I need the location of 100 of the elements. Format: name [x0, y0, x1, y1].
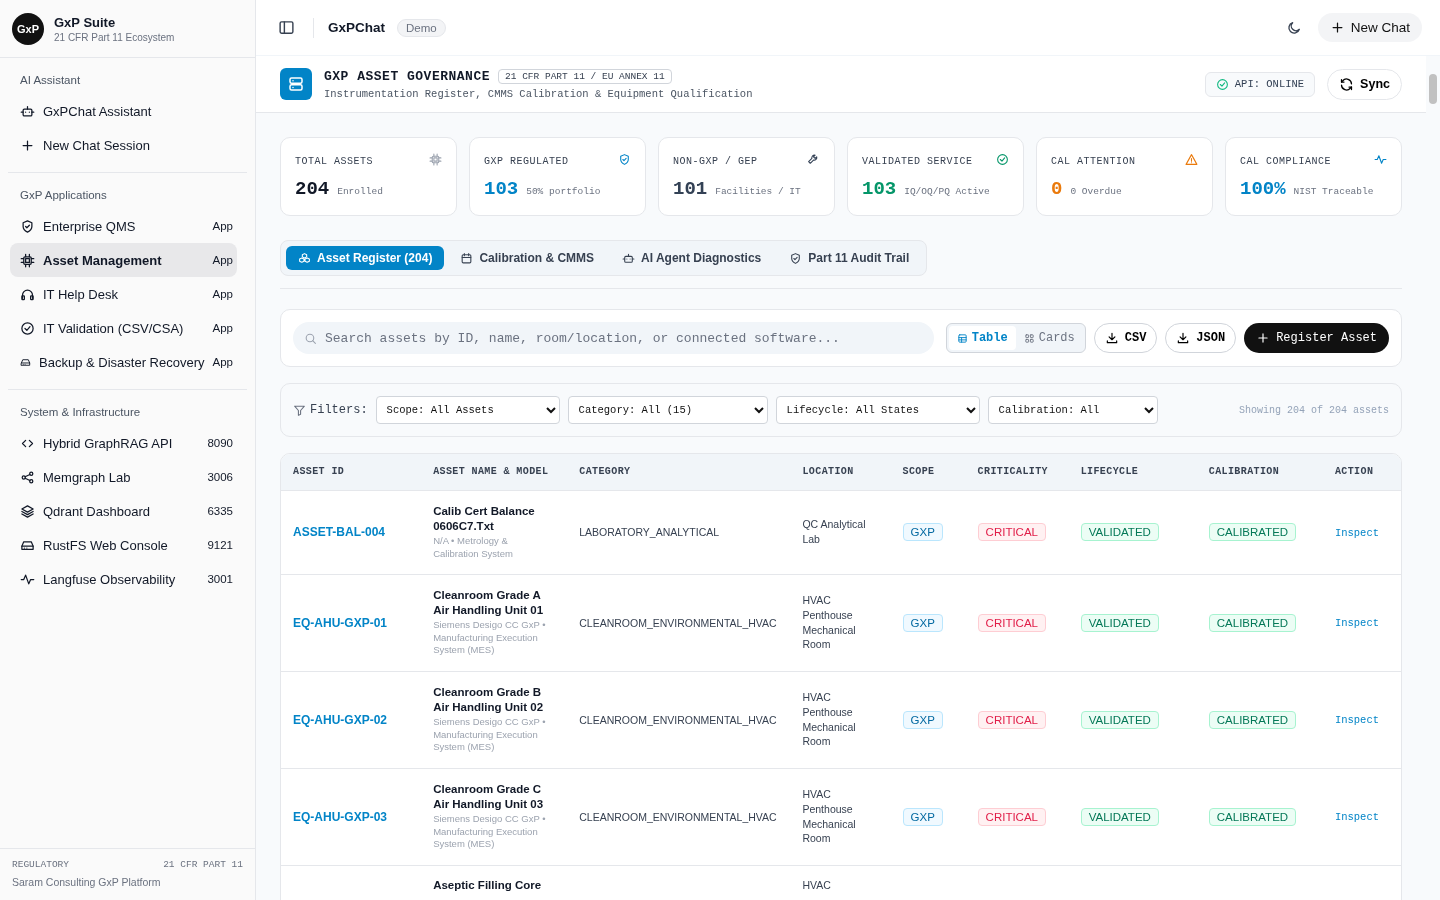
stat-label: TOTAL ASSETS [295, 155, 373, 167]
csv-button[interactable]: CSV [1093, 323, 1158, 353]
sidebar-item[interactable]: GxPChat Assistant [10, 94, 237, 128]
stat-note: 50% portfolio [526, 186, 601, 197]
brand-subtitle: 21 CFR Part 11 Ecosystem [54, 31, 175, 43]
filters-label: Filters: [310, 403, 368, 417]
result-count: Showing 204 of 204 assets [1238, 404, 1389, 416]
column-header: SCOPE [902, 466, 935, 478]
sidebar-toggle-icon [278, 19, 295, 36]
category-cell: CLEANROOM_ENVIRONMENTAL_HVAC [579, 810, 777, 823]
tab[interactable]: Part 11 Audit Trail [777, 246, 922, 270]
status-badge: CRITICAL [977, 807, 1046, 826]
asset-model: N/A • Metrology & Calibration System [433, 534, 514, 561]
refresh-icon [1339, 76, 1355, 92]
location-cell-text: HVAC Penthouse Mechanical Room [802, 787, 857, 846]
shield-icon [618, 153, 631, 166]
asset-name: Cleanroom Grade C Air Handling Unit 03 [433, 781, 545, 813]
asset-id-link[interactable]: EQ-AHU-GXP-01 [293, 615, 387, 630]
stat-note: IQ/OQ/PQ Active [904, 186, 990, 197]
status-badge: GXP [902, 710, 943, 729]
sidebar-item[interactable]: Backup & Disaster Recovery App [10, 345, 237, 379]
column-header: LIFECYCLE [1080, 466, 1139, 478]
view-option[interactable]: Cards [1015, 326, 1083, 350]
column-header: CRITICALITY [977, 466, 1048, 478]
check-circle-icon [1215, 77, 1229, 91]
filter-select[interactable]: Scope: All Assets [375, 396, 560, 424]
location-cell-text: QC Analytical Lab [802, 517, 867, 547]
location-cell-text: HVAC Penthouse Mechanical Room [802, 690, 857, 749]
grid-icon [1023, 332, 1035, 344]
filter-icon [293, 403, 306, 417]
sidebar-item[interactable]: Asset Management App [10, 243, 237, 277]
check-circle-icon [996, 153, 1009, 166]
status-badge: VALIDATED [1080, 807, 1159, 826]
column-header: CATEGORY [579, 466, 631, 478]
sidebar-item[interactable]: Langfuse Observability 3001 [10, 562, 237, 596]
asset-name: Cleanroom Grade B Air Handling Unit 02 [433, 684, 545, 716]
tab[interactable]: Calibration & CMMS [448, 246, 607, 270]
api-status: API: ONLINE [1204, 71, 1316, 97]
category-cell: LABORATORY_ANALYTICAL [579, 526, 720, 538]
sidebar-item[interactable]: Enterprise QMS App [10, 209, 237, 243]
column-header: ASSET NAME & MODEL [433, 466, 549, 478]
view-option[interactable]: Table [948, 326, 1016, 350]
download-icon [1104, 331, 1119, 345]
asset-id-link[interactable]: EQ-AHU-GXP-03 [293, 809, 387, 824]
sidebar-item[interactable]: Hybrid GraphRAG API 8090 [10, 426, 237, 460]
filter-select[interactable]: Calibration: All [987, 396, 1158, 424]
stat-note: NIST Traceable [1293, 186, 1374, 197]
location-cell-text: HVAC [802, 877, 832, 893]
footer-text: Saram Consulting GxP Platform [12, 876, 162, 888]
page-title: GXP ASSET GOVERNANCE [324, 68, 491, 84]
section-title: System & Infrastructure [19, 405, 142, 420]
inspect-link[interactable]: Inspect [1334, 714, 1379, 726]
demo-badge: Demo [397, 18, 446, 37]
asset-model: Siemens Desigo CC GxP • Manufacturing Execution System (MES) [433, 618, 547, 658]
app-title: GxPChat [328, 20, 385, 35]
chip-icon [429, 153, 442, 166]
footer-label: REGULATORY [12, 859, 69, 870]
server-icon [280, 68, 312, 100]
inspect-link[interactable]: Inspect [1334, 526, 1379, 539]
sidebar-item[interactable]: New Chat Session [10, 128, 237, 162]
inspect-link[interactable]: Inspect [1334, 617, 1379, 629]
sidebar-item[interactable]: IT Help Desk App [10, 277, 237, 311]
filter-select[interactable]: Category: All (15) [567, 396, 768, 424]
category-cell: CLEANROOM_ENVIRONMENTAL_HVAC [579, 713, 777, 726]
filter-select[interactable]: Lifecycle: All States [775, 396, 980, 424]
json-button[interactable]: JSON [1165, 323, 1237, 353]
column-header: ACTION [1334, 466, 1374, 478]
status-badge: CRITICAL [977, 523, 1046, 541]
shield-icon [789, 251, 803, 265]
tab[interactable]: Asset Register (204) [286, 246, 445, 270]
status-badge: GXP [902, 523, 943, 541]
download-icon [1176, 331, 1191, 345]
sidebar-item[interactable]: RustFS Web Console 9121 [10, 528, 237, 562]
search-icon [304, 332, 317, 345]
logo: GxP [12, 12, 44, 45]
category-cell: CLEANROOM_ENVIRONMENTAL_HVAC [579, 616, 777, 629]
stat-value: 103 [484, 178, 519, 200]
asset-name: Calib Cert Balance 0606C7.Txt [433, 503, 536, 535]
sidebar-item[interactable]: Memgraph Lab 3006 [10, 460, 237, 494]
asset-id-link[interactable]: EQ-AHU-GXP-02 [293, 712, 387, 727]
sidebar-item[interactable]: Qdrant Dashboard 6335 [10, 494, 237, 528]
new-chat-button[interactable]: New Chat [1317, 13, 1422, 42]
asset-model: Siemens Desigo CC GxP • Manufacturing Execution System (MES) [433, 715, 547, 755]
section-title: AI Assistant [19, 73, 82, 88]
section-title: GxP Applications [19, 188, 108, 203]
asset-id-link[interactable]: ASSET-BAL-004 [293, 525, 386, 539]
search-field[interactable]: Search assets by ID, name, room/location, or connected software... [293, 322, 934, 354]
sync-button[interactable]: Sync [1327, 68, 1402, 100]
robot-icon [20, 103, 35, 119]
status-badge: CALIBRATED [1208, 710, 1297, 729]
moon-icon [1285, 19, 1302, 36]
register-asset-button[interactable]: Register Asset [1244, 323, 1389, 353]
status-badge: CRITICAL [977, 613, 1046, 632]
stat-value: 101 [673, 178, 708, 200]
status-badge: CALIBRATED [1208, 807, 1297, 826]
sidebar-item[interactable]: IT Validation (CSV/CSA) App [10, 311, 237, 345]
asset-name: Aseptic Filling Core [433, 877, 543, 893]
inspect-link[interactable]: Inspect [1334, 811, 1379, 823]
column-header: ASSET ID [293, 466, 345, 478]
tab[interactable]: AI Agent Diagnostics [610, 246, 774, 270]
